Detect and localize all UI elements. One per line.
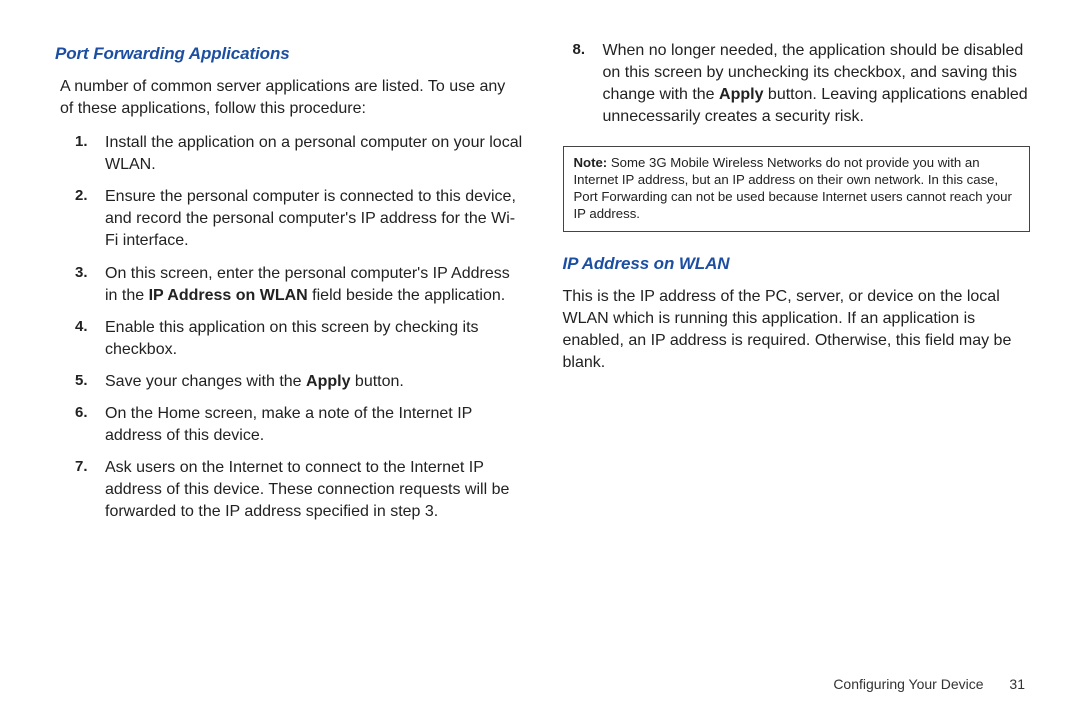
manual-page: Port Forwarding Applications A number of… bbox=[0, 0, 1080, 720]
step-4: Enable this application on this screen b… bbox=[75, 317, 523, 361]
step-1: Install the application on a personal co… bbox=[75, 132, 523, 176]
procedure-list: Install the application on a personal co… bbox=[75, 132, 523, 523]
step-5-text-a: Save your changes with the bbox=[105, 373, 306, 390]
step-8-bold: Apply bbox=[719, 86, 763, 103]
note-box: Note: Some 3G Mobile Wireless Networks d… bbox=[563, 146, 1031, 232]
step-7-text: Ask users on the Internet to connect to … bbox=[105, 459, 509, 520]
step-7: Ask users on the Internet to connect to … bbox=[75, 457, 523, 523]
procedure-list-cont: When no longer needed, the application s… bbox=[573, 40, 1031, 128]
step-3-text-c: field beside the application. bbox=[308, 287, 505, 304]
step-5: Save your changes with the Apply button. bbox=[75, 371, 523, 393]
footer-page-number: 31 bbox=[1009, 676, 1025, 692]
step-4-text: Enable this application on this screen b… bbox=[105, 319, 479, 358]
footer-section: Configuring Your Device bbox=[833, 676, 983, 692]
step-1-text: Install the application on a personal co… bbox=[105, 134, 522, 173]
page-footer: Configuring Your Device 31 bbox=[833, 676, 1025, 692]
step-2: Ensure the personal computer is connecte… bbox=[75, 186, 523, 252]
intro-paragraph: A number of common server applications a… bbox=[60, 76, 523, 120]
step-8: When no longer needed, the application s… bbox=[573, 40, 1031, 128]
section-heading-ip-wlan: IP Address on WLAN bbox=[563, 254, 1031, 274]
step-5-bold: Apply bbox=[306, 373, 350, 390]
step-6-text: On the Home screen, make a note of the I… bbox=[105, 405, 472, 444]
two-column-layout: Port Forwarding Applications A number of… bbox=[55, 40, 1030, 533]
left-column: Port Forwarding Applications A number of… bbox=[55, 40, 523, 533]
step-2-text: Ensure the personal computer is connecte… bbox=[105, 188, 516, 249]
step-3-bold: IP Address on WLAN bbox=[149, 287, 308, 304]
right-column: When no longer needed, the application s… bbox=[563, 40, 1031, 533]
step-6: On the Home screen, make a note of the I… bbox=[75, 403, 523, 447]
step-5-text-c: button. bbox=[350, 373, 403, 390]
section-heading-port-forwarding: Port Forwarding Applications bbox=[55, 44, 523, 64]
ip-wlan-paragraph: This is the IP address of the PC, server… bbox=[563, 286, 1031, 374]
note-label: Note: bbox=[574, 155, 608, 170]
step-3: On this screen, enter the personal compu… bbox=[75, 263, 523, 307]
note-body: Some 3G Mobile Wireless Networks do not … bbox=[574, 155, 1012, 221]
